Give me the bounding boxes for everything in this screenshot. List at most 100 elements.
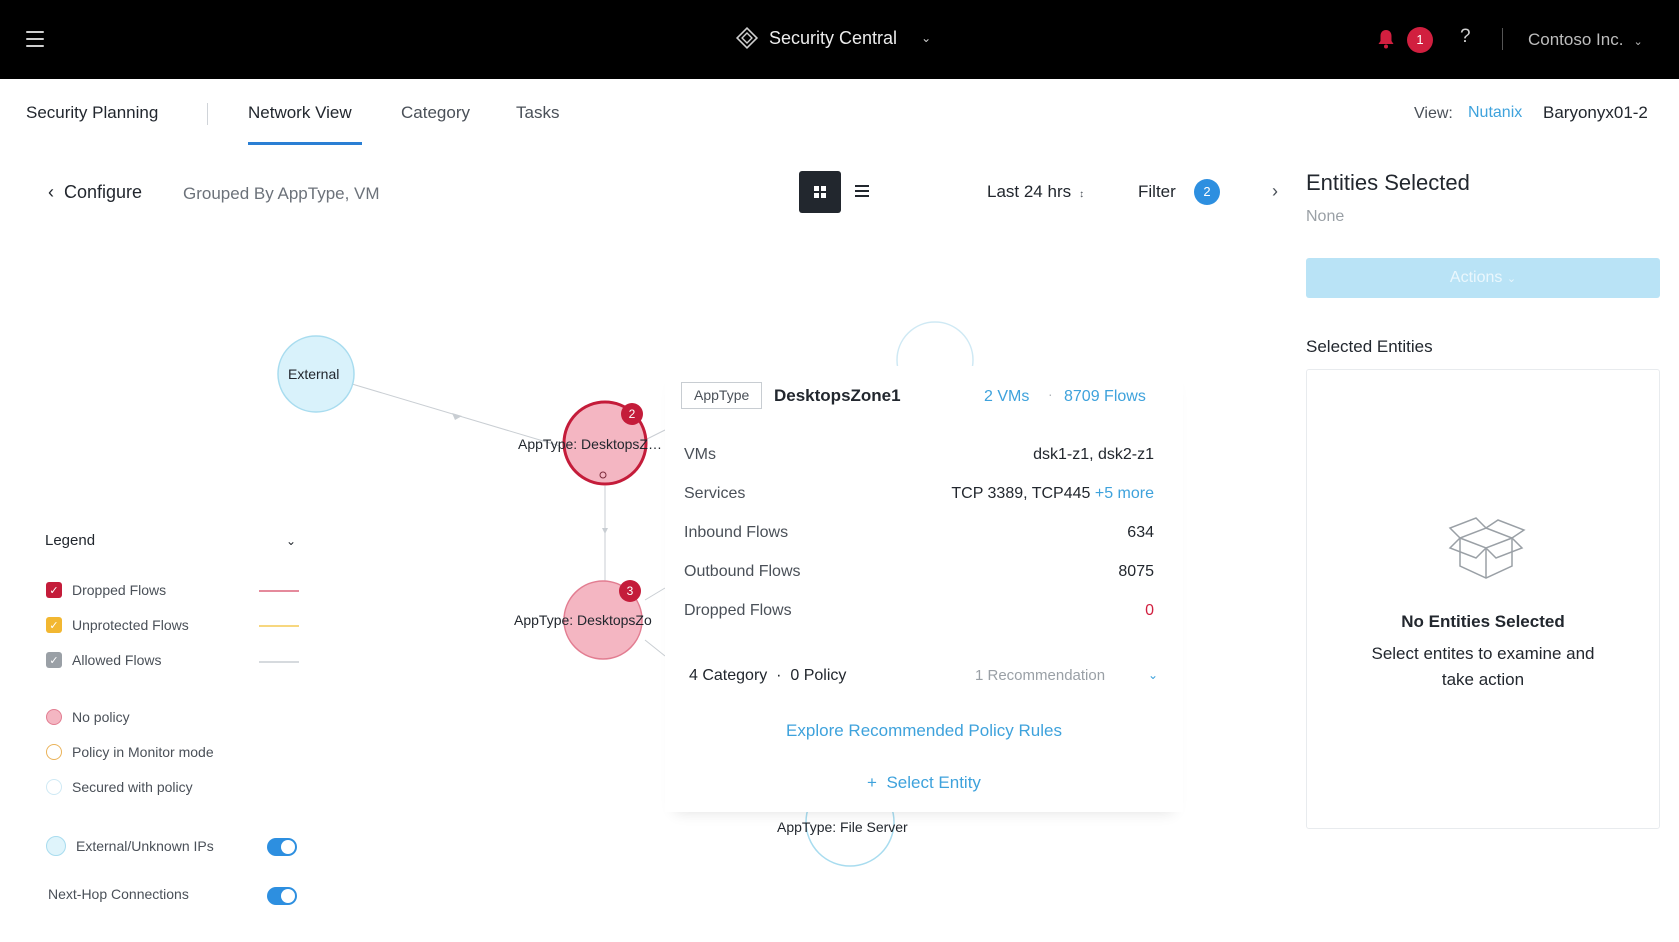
legend-line-swatch	[259, 590, 299, 592]
entity-popover	[665, 366, 1183, 812]
apptype-tag: AppType	[681, 382, 763, 409]
legend-external-ips: External/Unknown IPs	[46, 836, 214, 856]
org-menu[interactable]: Contoso Inc. ⌄	[1528, 30, 1643, 50]
app-root: Security Central ⌄ 1 ? Contoso Inc. ⌄ Sec…	[0, 0, 1679, 942]
category-policy-summary: 4 Category · 0 Policy	[689, 667, 846, 685]
help-icon[interactable]: ?	[1460, 26, 1471, 48]
external-ips-toggle[interactable]	[267, 838, 297, 856]
legend-label: Unprotected Flows	[72, 617, 189, 633]
node-label-desktops2: AppType: DesktopsZo	[514, 612, 652, 628]
circle-swatch-icon	[46, 779, 62, 795]
legend-secured: Secured with policy	[46, 779, 193, 795]
flows-link[interactable]: 8709 Flows	[1064, 388, 1146, 406]
row-value: dsk1-z1, dsk2-z1	[1033, 446, 1154, 463]
circle-swatch-icon	[46, 744, 62, 760]
edge	[644, 639, 666, 657]
row-value: 8075	[1118, 563, 1154, 580]
node-label-file-server: AppType: File Server	[777, 819, 908, 835]
product-name: Security Central	[769, 27, 898, 48]
legend-monitor-mode: Policy in Monitor mode	[46, 744, 214, 760]
legend-label: External/Unknown IPs	[76, 838, 214, 854]
legend-label: Secured with policy	[72, 779, 193, 795]
policy-count: 0 Policy	[790, 667, 847, 684]
time-range-select[interactable]: Last 24 hrs ↕	[987, 182, 1084, 202]
divider	[1502, 28, 1503, 50]
legend-label: Policy in Monitor mode	[72, 744, 214, 760]
legend-line-swatch	[259, 625, 299, 627]
checkbox-checked-icon[interactable]: ✓	[46, 617, 62, 633]
next-hop-toggle[interactable]	[267, 887, 297, 905]
grid-view-button[interactable]	[799, 171, 841, 213]
arrow-icon	[602, 528, 608, 534]
legend-unprotected-flows[interactable]: ✓ Unprotected Flows	[46, 617, 189, 633]
checkbox-checked-icon[interactable]: ✓	[46, 652, 62, 668]
explore-recommended-rules-link[interactable]: Explore Recommended Policy Rules	[665, 721, 1183, 741]
select-entity-button[interactable]: + Select Entity	[665, 773, 1183, 793]
empty-state-description: Select entites to examine and take actio…	[1371, 644, 1595, 689]
row-value: TCP 3389, TCP445	[951, 485, 1091, 502]
empty-state-title: No Entities Selected	[1401, 612, 1565, 631]
time-range-value: Last 24 hrs	[987, 182, 1072, 201]
row-value: 634	[1127, 524, 1154, 541]
row-key: VMs	[684, 446, 716, 463]
view-cluster[interactable]: Baryonyx01-2	[1543, 103, 1648, 123]
actions-label: Actions	[1449, 269, 1503, 286]
chevron-down-icon[interactable]: ⌄	[1148, 668, 1158, 682]
node-badge: 3	[619, 580, 641, 602]
tab-category[interactable]: Category	[401, 103, 470, 123]
separator-dot: ·	[1048, 386, 1053, 402]
legend-line-swatch	[259, 661, 299, 663]
legend-label: Next-Hop Connections	[48, 886, 189, 902]
row-key: Outbound Flows	[684, 563, 801, 580]
node-badge: 2	[621, 403, 643, 425]
vms-link[interactable]: 2 VMs	[984, 388, 1029, 406]
legend-dropped-flows[interactable]: ✓ Dropped Flows	[46, 582, 166, 598]
legend-allowed-flows[interactable]: ✓ Allowed Flows	[46, 652, 161, 668]
view-provider-link[interactable]: Nutanix	[1468, 104, 1522, 122]
nav-tabs: Security Planning Network View Category …	[0, 79, 1679, 149]
filter-button[interactable]: Filter	[1138, 182, 1176, 202]
product-switcher[interactable]: Security Central ⌄	[735, 26, 931, 50]
configure-label: Configure	[64, 182, 143, 202]
select-entity-label: Select Entity	[886, 773, 981, 792]
hamburger-menu-icon[interactable]	[26, 31, 44, 47]
selected-entities-title: Selected Entities	[1306, 337, 1433, 356]
security-central-logo-icon	[735, 26, 759, 50]
checkbox-checked-icon[interactable]: ✓	[46, 582, 62, 598]
filter-count-badge[interactable]: 2	[1194, 179, 1220, 205]
chevron-down-icon: ⌄	[921, 31, 932, 45]
edge	[644, 587, 666, 601]
view-label: View:	[1414, 105, 1453, 122]
row-key: Services	[684, 485, 746, 502]
row-key: Inbound Flows	[684, 524, 789, 541]
sort-updown-icon: ↕	[1079, 189, 1085, 200]
section-title: Security Planning	[26, 103, 159, 122]
list-view-icon[interactable]	[852, 181, 872, 201]
configure-back-button[interactable]: ‹ Configure	[48, 182, 142, 203]
entities-selected-title: Entities Selected	[1306, 170, 1470, 195]
legend-title: Legend	[45, 532, 96, 549]
node-label-external: External	[288, 366, 340, 382]
tab-network-view[interactable]: Network View	[248, 103, 352, 123]
legend-no-policy: No policy	[46, 709, 130, 725]
grouped-by-label: Grouped By AppType, VM	[183, 184, 380, 203]
top-bar: Security Central ⌄ 1 ? Contoso Inc. ⌄	[0, 0, 1679, 79]
collapse-panel-chevron-icon[interactable]: ›	[1272, 181, 1278, 202]
actions-button[interactable]: Actions ⌄	[1306, 258, 1660, 298]
legend-label: No policy	[72, 709, 130, 725]
entities-selected-value: None	[1306, 208, 1345, 225]
legend-label: Dropped Flows	[72, 582, 167, 598]
more-services-link[interactable]: +5 more	[1095, 485, 1154, 502]
separator-dot: ·	[771, 667, 786, 684]
legend-next-hop: Next-Hop Connections	[48, 886, 189, 902]
category-count: 4 Category	[689, 667, 768, 684]
recommendation-toggle[interactable]: 1 Recommendation	[975, 667, 1105, 684]
org-name: Contoso Inc.	[1528, 30, 1624, 49]
grid-icon	[814, 186, 826, 198]
chevron-down-icon[interactable]: ⌄	[286, 534, 296, 548]
bell-icon[interactable]	[1376, 28, 1396, 50]
alert-count-badge[interactable]: 1	[1407, 27, 1433, 53]
circle-swatch-icon	[46, 709, 62, 725]
tab-tasks[interactable]: Tasks	[516, 103, 559, 123]
selected-entities-box	[1306, 369, 1660, 829]
